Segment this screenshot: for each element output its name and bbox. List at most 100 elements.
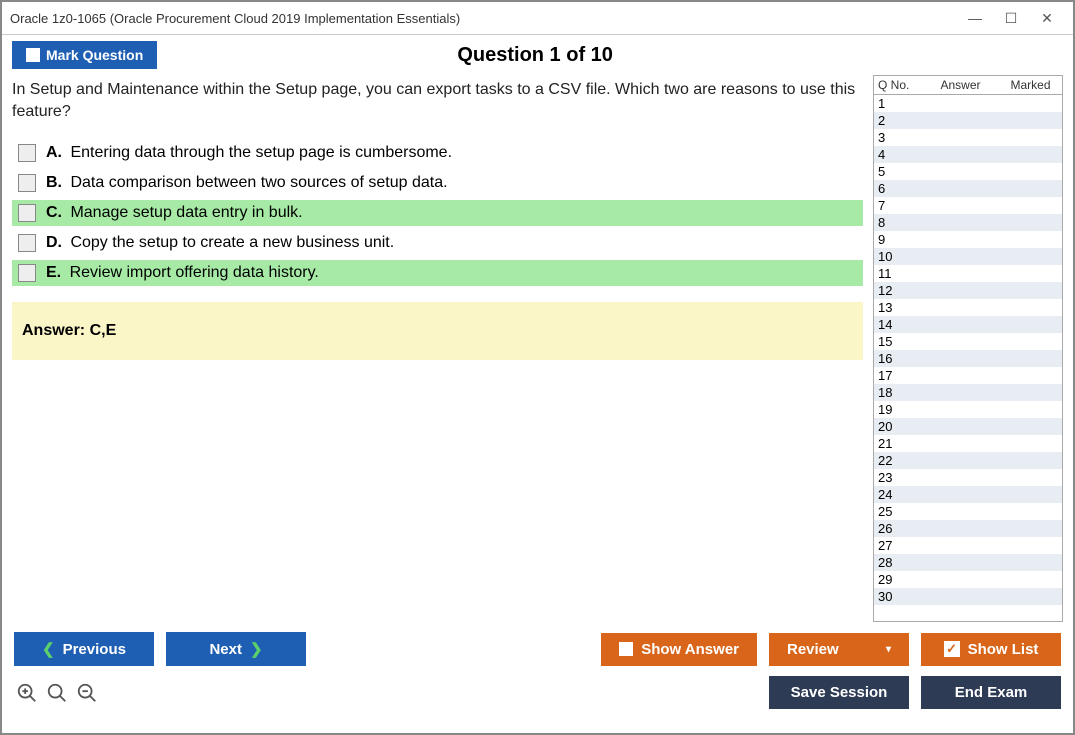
close-icon[interactable]: ✕ bbox=[1029, 6, 1065, 30]
question-list-row[interactable]: 19 bbox=[874, 401, 1062, 418]
zoom-reset-icon[interactable] bbox=[46, 682, 68, 704]
answer-cell bbox=[918, 571, 1008, 588]
choice-text: D. Copy the setup to create a new busine… bbox=[46, 234, 394, 252]
save-session-button[interactable]: Save Session bbox=[769, 676, 909, 709]
choice-checkbox[interactable] bbox=[18, 174, 36, 192]
question-list-row[interactable]: 4 bbox=[874, 146, 1062, 163]
marked-cell bbox=[1008, 129, 1058, 146]
question-list-row[interactable]: 2 bbox=[874, 112, 1062, 129]
question-list-row[interactable]: 25 bbox=[874, 503, 1062, 520]
qno-cell: 19 bbox=[878, 401, 918, 418]
question-list-row[interactable]: 24 bbox=[874, 486, 1062, 503]
qno-cell: 6 bbox=[878, 180, 918, 197]
question-list-row[interactable]: 20 bbox=[874, 418, 1062, 435]
choice-checkbox[interactable] bbox=[18, 264, 36, 282]
answer-label: Answer: C,E bbox=[22, 322, 116, 339]
next-button[interactable]: Next ❯ bbox=[166, 632, 306, 666]
answer-cell bbox=[918, 350, 1008, 367]
answer-cell bbox=[918, 384, 1008, 401]
qno-cell: 13 bbox=[878, 299, 918, 316]
question-list-row[interactable]: 1 bbox=[874, 95, 1062, 112]
mark-question-button[interactable]: Mark Question bbox=[12, 41, 157, 69]
marked-cell bbox=[1008, 265, 1058, 282]
choice-checkbox[interactable] bbox=[18, 234, 36, 252]
question-list-row[interactable]: 15 bbox=[874, 333, 1062, 350]
answer-cell bbox=[918, 588, 1008, 605]
question-list-row[interactable]: 13 bbox=[874, 299, 1062, 316]
question-list-row[interactable]: 6 bbox=[874, 180, 1062, 197]
question-list-row[interactable]: 9 bbox=[874, 231, 1062, 248]
qno-cell: 21 bbox=[878, 435, 918, 452]
qno-cell: 7 bbox=[878, 197, 918, 214]
answer-cell bbox=[918, 95, 1008, 112]
question-list-row[interactable]: 11 bbox=[874, 265, 1062, 282]
window-title: Oracle 1z0-1065 (Oracle Procurement Clou… bbox=[10, 11, 957, 26]
previous-button[interactable]: ❮ Previous bbox=[14, 632, 154, 666]
answer-cell bbox=[918, 435, 1008, 452]
qno-cell: 5 bbox=[878, 163, 918, 180]
question-list-row[interactable]: 17 bbox=[874, 367, 1062, 384]
qno-cell: 27 bbox=[878, 537, 918, 554]
question-list-row[interactable]: 28 bbox=[874, 554, 1062, 571]
answer-cell bbox=[918, 418, 1008, 435]
qno-cell: 20 bbox=[878, 418, 918, 435]
show-answer-button[interactable]: Show Answer bbox=[601, 633, 757, 666]
titlebar: Oracle 1z0-1065 (Oracle Procurement Clou… bbox=[2, 2, 1073, 35]
col-marked: Marked bbox=[1003, 78, 1058, 92]
question-list-row[interactable]: 12 bbox=[874, 282, 1062, 299]
chevron-down-icon: ▾ bbox=[886, 644, 891, 655]
question-list-row[interactable]: 29 bbox=[874, 571, 1062, 588]
maximize-icon[interactable]: ☐ bbox=[993, 6, 1029, 30]
show-list-button[interactable]: ✓ Show List bbox=[921, 633, 1061, 666]
answer-cell bbox=[918, 129, 1008, 146]
qno-cell: 29 bbox=[878, 571, 918, 588]
question-counter: Question 1 of 10 bbox=[157, 44, 913, 67]
question-list-row[interactable]: 8 bbox=[874, 214, 1062, 231]
answer-cell bbox=[918, 367, 1008, 384]
choice-checkbox[interactable] bbox=[18, 144, 36, 162]
minimize-icon[interactable]: — bbox=[957, 6, 993, 30]
question-list-row[interactable]: 23 bbox=[874, 469, 1062, 486]
qno-cell: 12 bbox=[878, 282, 918, 299]
choice-row[interactable]: D. Copy the setup to create a new busine… bbox=[12, 230, 863, 256]
question-list-row[interactable]: 21 bbox=[874, 435, 1062, 452]
question-list-row[interactable]: 26 bbox=[874, 520, 1062, 537]
end-exam-button[interactable]: End Exam bbox=[921, 676, 1061, 709]
qno-cell: 18 bbox=[878, 384, 918, 401]
choice-checkbox[interactable] bbox=[18, 204, 36, 222]
question-list-row[interactable]: 3 bbox=[874, 129, 1062, 146]
marked-cell bbox=[1008, 180, 1058, 197]
chevron-left-icon: ❮ bbox=[42, 640, 55, 658]
choice-row[interactable]: C. Manage setup data entry in bulk. bbox=[12, 200, 863, 226]
choice-row[interactable]: E. Review import offering data history. bbox=[12, 260, 863, 286]
choice-row[interactable]: B. Data comparison between two sources o… bbox=[12, 170, 863, 196]
question-list-row[interactable]: 5 bbox=[874, 163, 1062, 180]
answer-cell bbox=[918, 469, 1008, 486]
question-list-row[interactable]: 16 bbox=[874, 350, 1062, 367]
qno-cell: 28 bbox=[878, 554, 918, 571]
answer-cell bbox=[918, 554, 1008, 571]
answer-box: Answer: C,E bbox=[12, 302, 863, 360]
app-window: Oracle 1z0-1065 (Oracle Procurement Clou… bbox=[0, 0, 1075, 735]
qno-cell: 17 bbox=[878, 367, 918, 384]
question-list-row[interactable]: 27 bbox=[874, 537, 1062, 554]
choice-row[interactable]: A. Entering data through the setup page … bbox=[12, 140, 863, 166]
review-button[interactable]: Review ▾ bbox=[769, 633, 909, 666]
question-list-row[interactable]: 18 bbox=[874, 384, 1062, 401]
question-list-row[interactable]: 14 bbox=[874, 316, 1062, 333]
question-list-row[interactable]: 30 bbox=[874, 588, 1062, 605]
qno-cell: 14 bbox=[878, 316, 918, 333]
answer-cell bbox=[918, 401, 1008, 418]
next-label: Next bbox=[209, 641, 242, 658]
zoom-out-icon[interactable] bbox=[76, 682, 98, 704]
question-list-row[interactable]: 10 bbox=[874, 248, 1062, 265]
answer-cell bbox=[918, 537, 1008, 554]
show-answer-label: Show Answer bbox=[641, 641, 739, 658]
marked-cell bbox=[1008, 316, 1058, 333]
square-icon bbox=[619, 642, 633, 656]
zoom-in-icon[interactable] bbox=[16, 682, 38, 704]
answer-cell bbox=[918, 299, 1008, 316]
question-list-body[interactable]: 1234567891011121314151617181920212223242… bbox=[874, 95, 1062, 621]
question-list-row[interactable]: 22 bbox=[874, 452, 1062, 469]
question-list-row[interactable]: 7 bbox=[874, 197, 1062, 214]
